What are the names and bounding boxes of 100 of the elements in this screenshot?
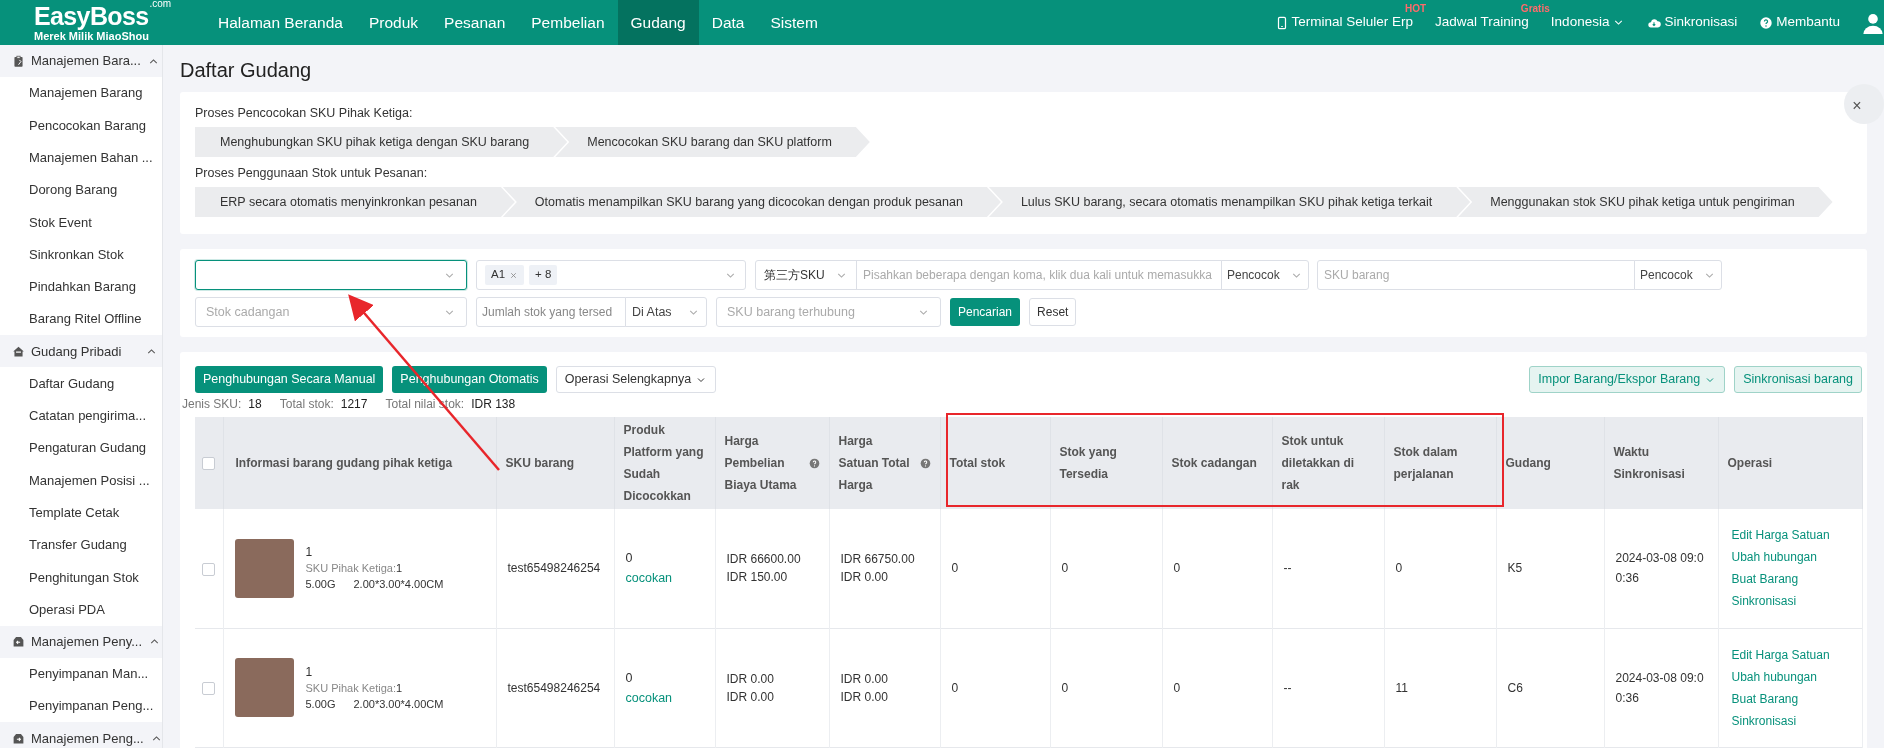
mode-select[interactable]: Pencocok: [1634, 260, 1722, 290]
tag-select[interactable]: A1 + 8: [476, 260, 746, 290]
weight-text: 5.00G: [305, 577, 336, 593]
match-link[interactable]: cocokan: [625, 568, 704, 589]
column-header: Harga Satuan Total Harga: [838, 433, 911, 494]
sidebar-item[interactable]: Dorong Barang: [0, 173, 162, 207]
sidebar-group[interactable]: Manajemen Bara...: [0, 45, 162, 77]
text-input[interactable]: SKU barang: [1317, 260, 1635, 290]
size-text: 2.00*3.00*4.00CM: [353, 696, 444, 712]
size-text: 2.00*3.00*4.00CM: [353, 577, 444, 593]
process-step: Menggunakan stok SKU pihak ketiga untuk pengiriman: [1458, 187, 1833, 217]
toolbar-button[interactable]: Sinkronisasi barang: [1734, 366, 1862, 393]
column-header: Operasi: [1727, 455, 1773, 472]
sidebar-item[interactable]: Penyimpanan Peng...: [0, 690, 162, 723]
table-cell: K5: [1507, 561, 1523, 576]
column-header: SKU barang: [505, 455, 575, 472]
column-header: Stok cadangan: [1171, 455, 1257, 472]
checkbox[interactable]: [202, 457, 216, 471]
price-text: IDR 0.00: [840, 569, 889, 587]
product-name: 1: [305, 544, 314, 561]
table-cell-text: 2024-03-08 09:00:36: [1615, 550, 1705, 588]
table-cell: 0: [1173, 561, 1181, 576]
column-header: Produk Platform yang Sudah Dicocokkan: [623, 422, 705, 505]
sidebar-item[interactable]: Manajemen Barang: [0, 77, 162, 110]
summary-value: 18: [248, 396, 262, 413]
logo-subtitle: Merek Milik MiaoShou: [34, 30, 150, 42]
price-text: IDR 0.00: [726, 670, 775, 688]
type-select[interactable]: 第三方SKU: [755, 260, 857, 290]
sidebar-item[interactable]: Pengaturan Gudang: [0, 431, 162, 465]
action-link[interactable]: Sinkronisasi: [1731, 711, 1797, 730]
action-link[interactable]: Buat Barang: [1731, 570, 1799, 589]
mode-select[interactable]: Pencocok: [1221, 260, 1309, 290]
nav-tab[interactable]: Gudang: [617, 0, 699, 45]
match-link[interactable]: cocokan: [625, 687, 704, 708]
close-button[interactable]: ×: [1844, 84, 1884, 124]
column-header: Gudang: [1505, 455, 1551, 472]
nav-tab[interactable]: Pesanan: [431, 0, 519, 45]
help-icon: [1759, 15, 1774, 30]
tag: A1: [485, 265, 525, 285]
header-link[interactable]: Indonesia: [1550, 12, 1626, 33]
toolbar-button[interactable]: Penghubungan Secara Manual: [195, 366, 384, 393]
close-icon: [509, 270, 519, 280]
sidebar-item[interactable]: Manajemen Bahan ...: [0, 141, 162, 174]
price-text: IDR 0.00: [840, 670, 889, 688]
sidebar-item[interactable]: Stok Event: [0, 206, 162, 239]
text-input[interactable]: Pisahkan beberapa dengan koma, klik dua kali untuk memasukka: [856, 260, 1222, 290]
user-icon[interactable]: [1862, 11, 1884, 34]
sidebar-item[interactable]: Operasi PDA: [0, 593, 162, 626]
box-arrow-icon: [12, 635, 25, 649]
page-title: Daftar Gudang: [180, 57, 313, 83]
sidebar-item[interactable]: Transfer Gudang: [0, 528, 162, 562]
text-input[interactable]: Jumlah stok yang tersed: [476, 297, 626, 327]
box-arrow-icon: [12, 731, 25, 745]
sidebar-item[interactable]: Pindahkan Barang: [0, 270, 162, 304]
sidebar-item[interactable]: Pencocokan Barang: [0, 109, 162, 142]
sidebar-item[interactable]: Manajemen Posisi ...: [0, 464, 162, 497]
column-header: Waktu Sinkronisasi: [1613, 444, 1686, 483]
toolbar-button[interactable]: Operasi Selengkapnya: [555, 366, 717, 393]
sidebar-item[interactable]: Catatan pengirima...: [0, 399, 162, 432]
column-header: Stok untuk diletakkan di rak: [1281, 433, 1356, 494]
checkbox[interactable]: [202, 681, 216, 695]
weight-text: 5.00G: [305, 696, 336, 712]
sidebar-item[interactable]: Penyimpanan Man...: [0, 657, 162, 691]
column-header: Informasi barang gudang pihak ketiga: [235, 455, 453, 472]
mode-select[interactable]: Di Atas: [625, 297, 707, 327]
sidebar-item[interactable]: Template Cetak: [0, 496, 162, 529]
nav-tab[interactable]: Data: [698, 0, 758, 45]
action-link[interactable]: Edit Harga Satuan: [1731, 526, 1830, 545]
sidebar-item[interactable]: Daftar Gudang: [0, 367, 162, 400]
nav-tab[interactable]: Produk: [355, 0, 432, 45]
select-field[interactable]: [195, 260, 467, 290]
toolbar-button[interactable]: Impor Barang/Ekspor Barang: [1529, 366, 1726, 393]
process-step: Mencocokan SKU barang dan SKU platform: [555, 127, 870, 157]
action-link[interactable]: Ubah hubungan: [1731, 548, 1817, 567]
action-link[interactable]: Edit Harga Satuan: [1731, 645, 1830, 664]
action-link[interactable]: Sinkronisasi: [1731, 592, 1797, 611]
search-button[interactable]: Pencarian: [950, 298, 1021, 326]
table-cell: 0: [951, 680, 959, 695]
nav-tab[interactable]: Sistem: [757, 0, 831, 45]
checkbox[interactable]: [202, 562, 216, 576]
sidebar-item[interactable]: Penghitungan Stok: [0, 561, 162, 594]
header-link[interactable]: Membantu: [1759, 12, 1840, 33]
action-link[interactable]: Ubah hubungan: [1731, 667, 1817, 686]
sidebar-group[interactable]: Manajemen Peng...: [0, 722, 162, 748]
photo-placeholder: [234, 538, 294, 598]
price-text: IDR 0.00: [840, 688, 889, 706]
table-cell: --: [1283, 680, 1292, 695]
sidebar-group[interactable]: Gudang Pribadi: [0, 335, 162, 368]
sidebar-item[interactable]: Barang Ritel Offline: [0, 303, 162, 336]
third-party-sku: SKU Pihak Ketiga:1: [305, 680, 404, 696]
sidebar-item[interactable]: Sinkronkan Stok: [0, 238, 162, 271]
summary-label: Total stok:: [279, 396, 334, 413]
process-step: Otomatis menampilkan SKU barang yang dicocokan dengan produk pesanan: [502, 187, 1001, 217]
nav-tab[interactable]: Halaman Beranda: [205, 0, 356, 45]
reset-button[interactable]: Reset: [1029, 298, 1077, 326]
nav-tab[interactable]: Pembelian: [518, 0, 618, 45]
header-link[interactable]: Sinkronisasi: [1647, 12, 1738, 33]
table-cell-text: 0: [625, 550, 634, 568]
action-link[interactable]: Buat Barang: [1731, 689, 1799, 708]
sidebar-group[interactable]: Manajemen Peny...: [0, 625, 162, 658]
